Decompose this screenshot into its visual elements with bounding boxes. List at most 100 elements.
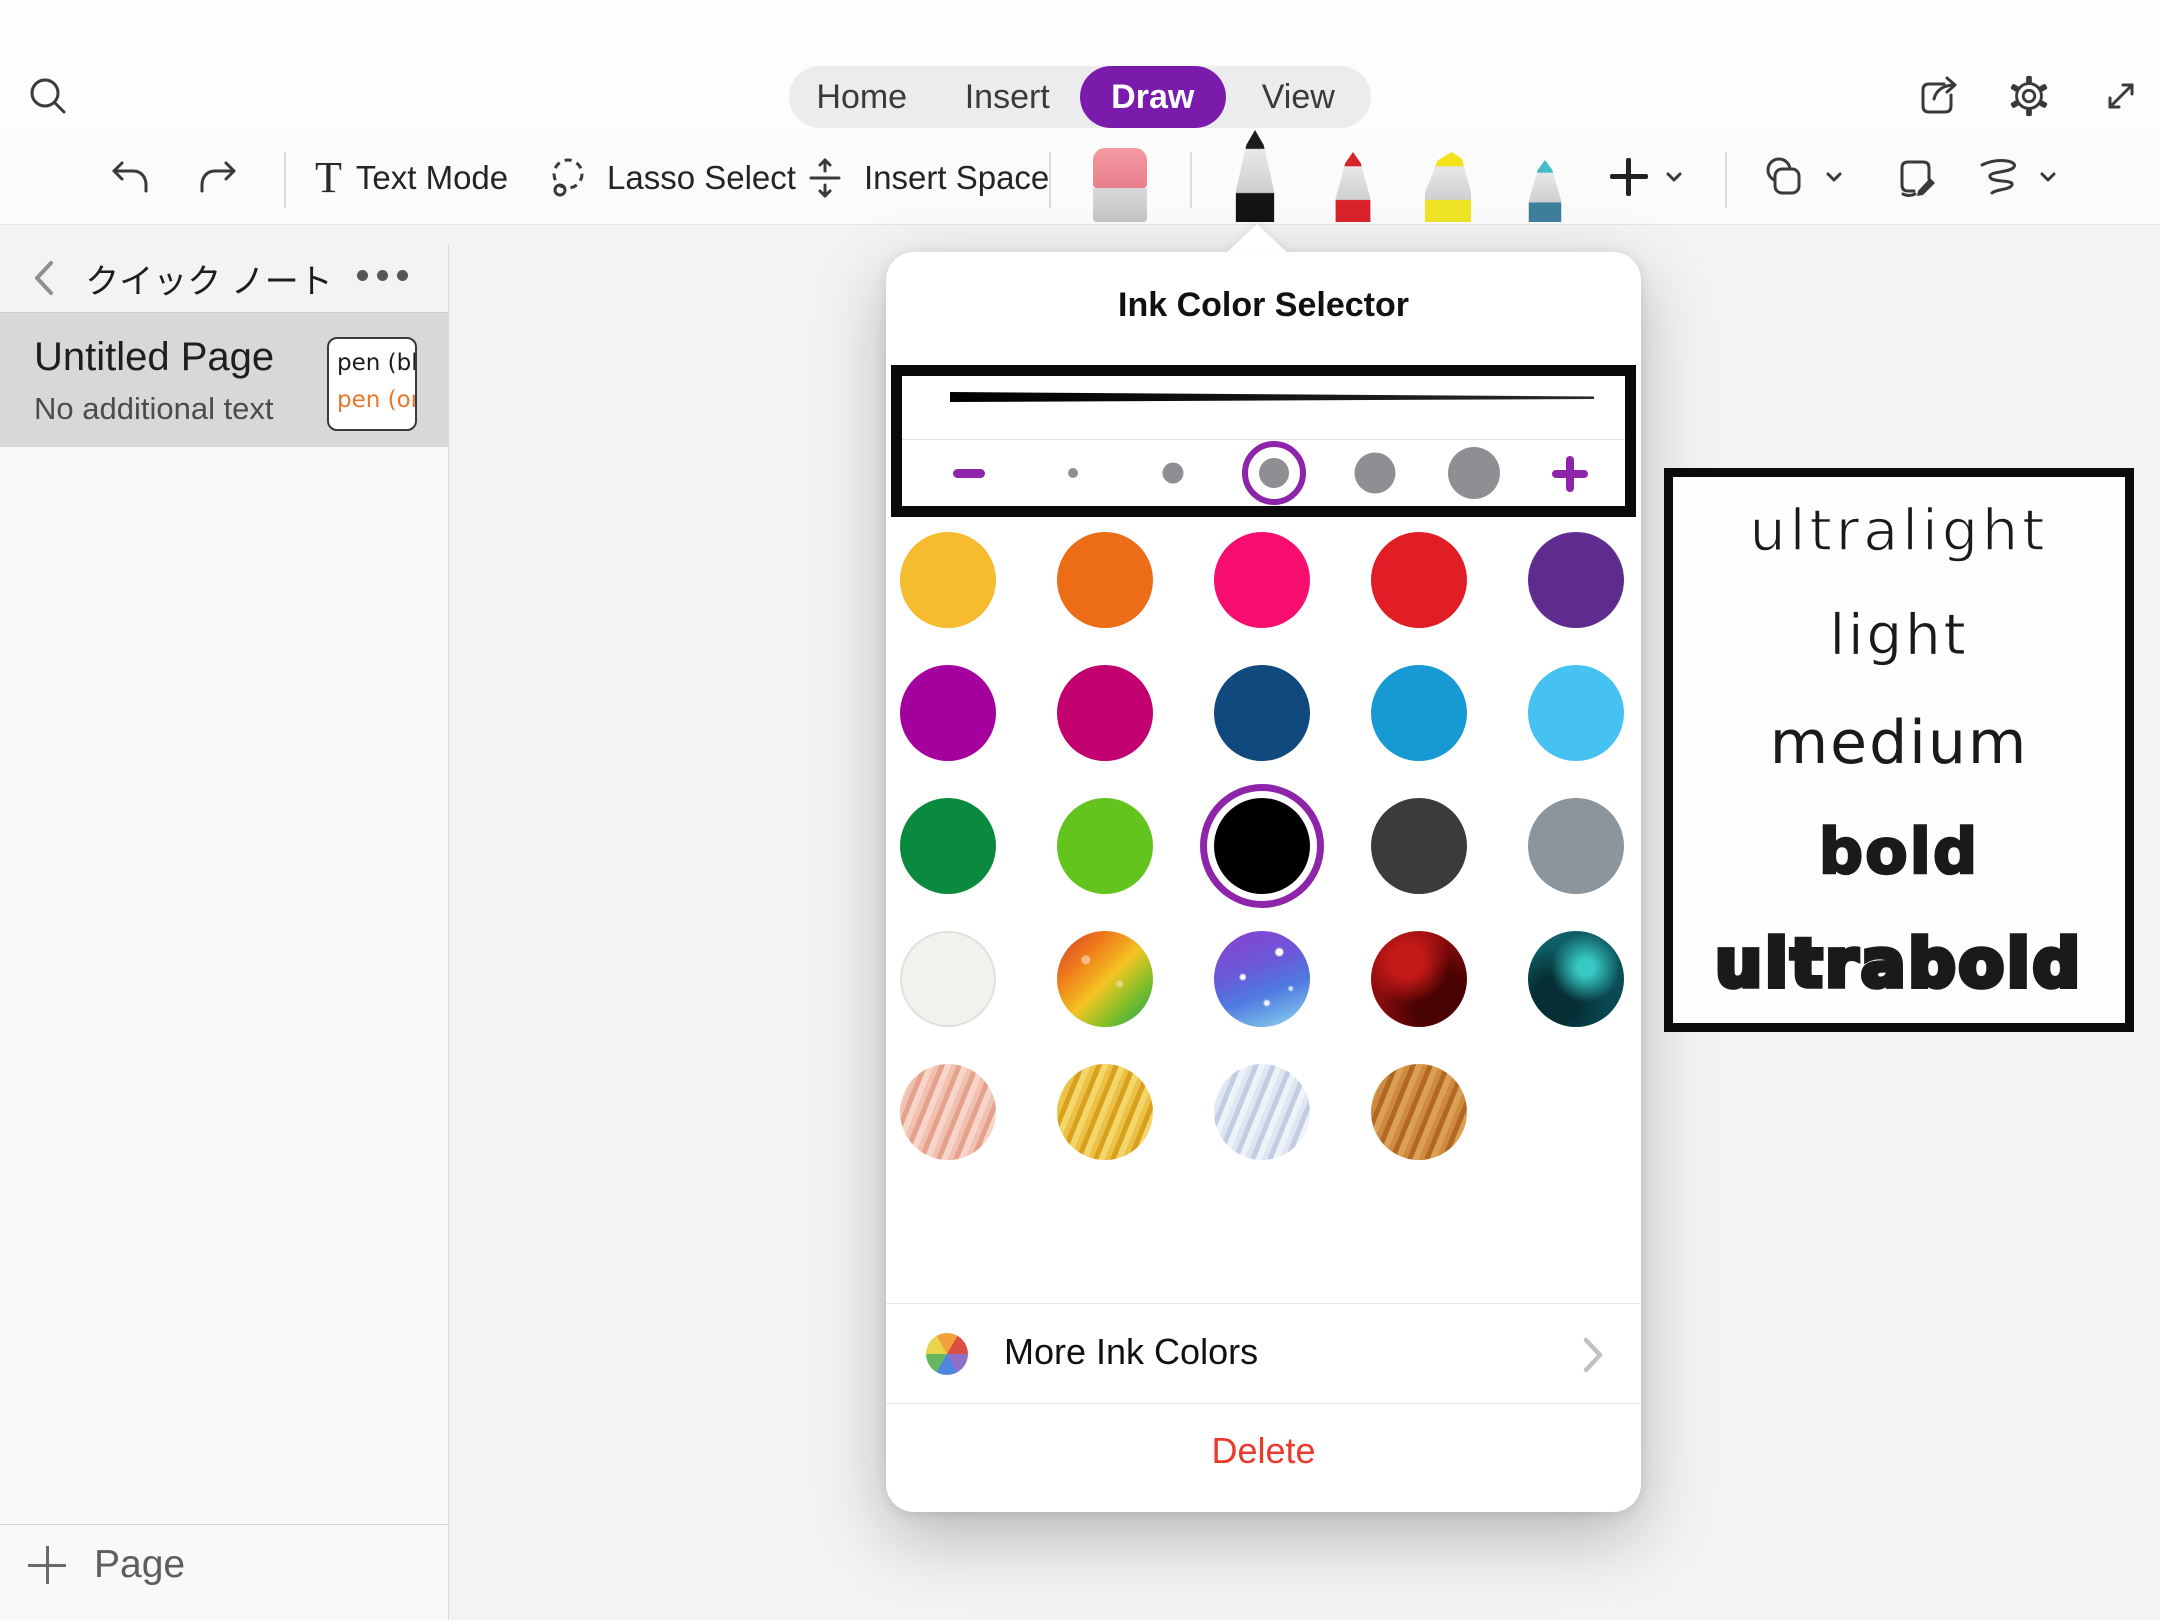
- toolbar-divider: [1049, 152, 1051, 208]
- pen-teal-icon: [1517, 160, 1573, 222]
- notebook-section-title: クイック ノート: [80, 254, 338, 303]
- color-swatch-rose-gold[interactable]: [900, 1064, 996, 1160]
- page-list-item-selected[interactable]: Untitled Page No additional text pen (bl…: [0, 312, 448, 447]
- top-header: Home Insert Draw View: [0, 0, 2160, 130]
- ink-to-shape-chevron[interactable]: [2038, 168, 2058, 186]
- stroke-size-section: [891, 365, 1636, 517]
- color-swatch-black-selected[interactable]: [1214, 798, 1310, 894]
- selected-size-ring: [1242, 441, 1306, 505]
- color-swatch-gray[interactable]: [1528, 798, 1624, 894]
- share-icon: [1914, 73, 1960, 119]
- gear-icon: [2006, 73, 2052, 119]
- color-swatch-blue[interactable]: [1371, 665, 1467, 761]
- size-dot-1[interactable]: [1068, 468, 1078, 478]
- insert-space-label: Insert Space: [864, 159, 1049, 197]
- pen-black-icon: [1222, 130, 1288, 222]
- pen-black-tool[interactable]: [1222, 130, 1288, 222]
- color-swatch-green[interactable]: [900, 798, 996, 894]
- color-swatch-navy[interactable]: [1214, 665, 1310, 761]
- toolbar-divider: [1725, 152, 1727, 208]
- plus-icon: [1610, 158, 1648, 196]
- add-pen-button[interactable]: [1610, 158, 1648, 196]
- color-swatch-magenta[interactable]: [900, 665, 996, 761]
- page-thumbnail: pen (bl pen (ora: [327, 337, 417, 431]
- ink-weight-samples-box: ultralight light medium bold ultrabold: [1664, 468, 2134, 1032]
- sidebar-more-button[interactable]: [357, 270, 408, 281]
- thumbnail-ink-line: pen (bl: [337, 345, 415, 382]
- delete-pen-row[interactable]: Delete: [886, 1403, 1641, 1512]
- settings-button[interactable]: [2006, 73, 2052, 119]
- ink-sample-ultrabold: ultrabold: [1715, 931, 2083, 997]
- back-chevron-icon: [30, 258, 56, 298]
- ink-annotation-button[interactable]: [1891, 153, 1941, 203]
- color-swatch-red[interactable]: [1371, 532, 1467, 628]
- ink-sample-light: light: [1829, 608, 1968, 664]
- size-dot-4[interactable]: [1355, 453, 1396, 494]
- stroke-size-row: [902, 439, 1625, 506]
- lasso-select-icon: [543, 153, 593, 203]
- size-dot-2[interactable]: [1163, 463, 1184, 484]
- ink-sample-bold: bold: [1819, 821, 1980, 883]
- color-swatch-dark-pink[interactable]: [1057, 665, 1153, 761]
- color-swatch-teal-marble[interactable]: [1528, 931, 1624, 1027]
- ink-annotation-icon: [1891, 153, 1941, 203]
- page-subtitle: No additional text: [34, 391, 274, 427]
- redo-button[interactable]: [195, 154, 243, 202]
- eraser-tool[interactable]: [1093, 148, 1147, 222]
- chevron-down-icon: [2038, 168, 2058, 186]
- ribbon-tab-group: Home Insert Draw View: [789, 66, 1371, 128]
- color-swatch-orange[interactable]: [1057, 532, 1153, 628]
- decrease-size-button[interactable]: [953, 469, 985, 478]
- search-button[interactable]: [25, 73, 71, 119]
- color-swatch-purple[interactable]: [1528, 532, 1624, 628]
- shapes-button[interactable]: [1760, 153, 1810, 203]
- tab-insert[interactable]: Insert: [935, 66, 1081, 128]
- increase-size-button[interactable]: [1552, 456, 1588, 492]
- more-ink-colors-row[interactable]: More Ink Colors: [886, 1303, 1641, 1403]
- thumbnail-ink-line: pen (ora: [337, 382, 415, 419]
- plus-icon: [28, 1546, 66, 1584]
- lasso-select-button[interactable]: Lasso Select: [543, 130, 796, 225]
- color-swatch-white[interactable]: [900, 931, 996, 1027]
- color-wheel-icon: [926, 1333, 968, 1375]
- color-swatch-red-marble[interactable]: [1371, 931, 1467, 1027]
- ink-to-shape-button[interactable]: [1976, 155, 2026, 201]
- color-swatch-yellow[interactable]: [900, 532, 996, 628]
- ink-color-selector-popover: Ink Color Selector: [886, 252, 1641, 1512]
- shapes-chevron[interactable]: [1824, 168, 1844, 186]
- size-dot-5[interactable]: [1448, 447, 1500, 499]
- tab-draw[interactable]: Draw: [1080, 66, 1226, 128]
- tab-view[interactable]: View: [1226, 66, 1372, 128]
- toolbar-divider: [1190, 152, 1192, 208]
- highlighter-yellow-tool[interactable]: [1416, 152, 1480, 222]
- popover-title: Ink Color Selector: [886, 286, 1641, 325]
- pen-red-tool[interactable]: [1323, 152, 1383, 222]
- eraser-icon: [1093, 148, 1147, 188]
- color-swatch-rainbow-glitter[interactable]: [1057, 931, 1153, 1027]
- color-swatch-grid: [900, 532, 1624, 1160]
- add-page-button[interactable]: Page: [28, 1543, 185, 1587]
- pen-teal-tool[interactable]: [1517, 160, 1573, 222]
- color-swatch-pink[interactable]: [1214, 532, 1310, 628]
- share-button[interactable]: [1914, 73, 1960, 119]
- fullscreen-button[interactable]: [2098, 73, 2144, 119]
- insert-space-button[interactable]: Insert Space: [800, 130, 1049, 225]
- back-button[interactable]: [30, 258, 56, 298]
- page-title: Untitled Page: [34, 335, 274, 380]
- stroke-preview: [902, 376, 1625, 439]
- text-mode-button[interactable]: T Text Mode: [315, 130, 508, 225]
- insert-space-icon: [800, 153, 850, 203]
- tab-home[interactable]: Home: [789, 66, 935, 128]
- color-swatch-galaxy[interactable]: [1214, 931, 1310, 1027]
- ellipsis-icon: [357, 270, 368, 281]
- color-swatch-lime[interactable]: [1057, 798, 1153, 894]
- add-pen-chevron[interactable]: [1664, 168, 1684, 186]
- onenote-draw-screen: Home Insert Draw View: [0, 0, 2160, 1620]
- color-swatch-copper[interactable]: [1371, 1064, 1467, 1160]
- color-swatch-gold[interactable]: [1057, 1064, 1153, 1160]
- color-swatch-dark-gray[interactable]: [1371, 798, 1467, 894]
- color-swatch-sky-blue[interactable]: [1528, 665, 1624, 761]
- page-list-sidebar: クイック ノート Untitled Page No additional tex…: [0, 244, 449, 1620]
- color-swatch-silver[interactable]: [1214, 1064, 1310, 1160]
- undo-button[interactable]: [105, 154, 153, 202]
